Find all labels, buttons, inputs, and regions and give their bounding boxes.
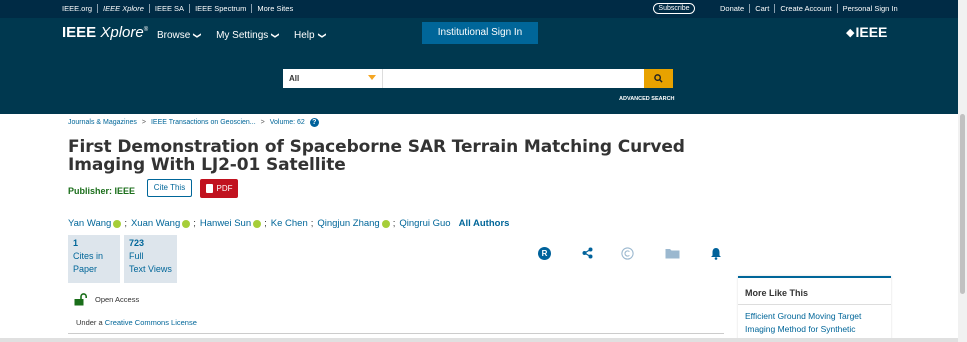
open-lock-icon (74, 293, 87, 306)
nav-my-settings[interactable]: My Settings ❮ (216, 30, 280, 41)
orcid-icon[interactable] (113, 219, 122, 228)
search-icon (654, 74, 663, 83)
publisher-label: Publisher: IEEE (68, 186, 136, 196)
author-link[interactable]: Xuan Wang (131, 218, 180, 229)
author-separator: ; (310, 218, 314, 229)
section-divider (68, 333, 724, 334)
ieee-sites-links: IEEE.org IEEE Xplore IEEE SA IEEE Spectr… (62, 4, 298, 13)
ieee-diamond-icon: ◆ (846, 26, 855, 39)
metric-views[interactable]: 723 Full Text Views (124, 235, 177, 283)
search-scope-select[interactable]: All (283, 69, 383, 88)
author-separator: ; (264, 218, 267, 229)
chevron-down-icon: ❮ (270, 32, 280, 39)
author-link[interactable]: Yan Wang (68, 218, 111, 229)
author-separator: ; (124, 218, 127, 229)
help-icon[interactable]: ? (309, 118, 319, 127)
author-link[interactable]: Hanwei Sun (200, 218, 251, 229)
more-like-this-heading: More Like This (738, 278, 891, 305)
open-access-label: Open Access (95, 295, 140, 304)
rights-permissions-icon[interactable]: R (538, 247, 551, 260)
license-text: Under a Creative Commons License (76, 318, 197, 327)
license-prefix: Under a (76, 318, 105, 327)
pdf-button[interactable]: PDF (200, 179, 238, 198)
link-ieee-xplore[interactable]: IEEE Xplore (98, 4, 150, 13)
chevron-down-icon: ❮ (192, 32, 202, 39)
folder-icon[interactable] (665, 247, 680, 259)
copyright-icon[interactable] (621, 247, 634, 260)
link-personal-sign-in[interactable]: Personal Sign In (838, 4, 903, 13)
link-ieee-sa[interactable]: IEEE SA (150, 4, 191, 13)
author-link[interactable]: Qingrui Guo (399, 218, 450, 229)
author-link[interactable]: Qingjun Zhang (317, 218, 379, 229)
orcid-icon[interactable] (381, 219, 390, 228)
views-count: 723 (129, 238, 145, 248)
site-header: IEEE Xplore® Browse ❮ My Settings ❮ Help… (0, 18, 967, 114)
more-like-this-panel: More Like This Efficient Ground Moving T… (738, 276, 891, 342)
nav-my-settings-label: My Settings (216, 30, 269, 41)
link-more-sites[interactable]: More Sites (252, 4, 298, 13)
share-icon[interactable] (582, 247, 593, 259)
search-button[interactable] (644, 69, 673, 88)
scrollbar-thumb[interactable] (960, 114, 965, 294)
all-authors-link[interactable]: All Authors (459, 218, 510, 229)
registered-mark: ® (143, 27, 149, 33)
orcid-icon[interactable] (253, 219, 262, 228)
orcid-icon[interactable] (182, 219, 191, 228)
chevron-down-icon: ❮ (316, 32, 326, 39)
breadcrumb-volume[interactable]: Volume: 62 (270, 119, 305, 126)
pdf-button-label: PDF (216, 184, 233, 193)
link-ieee-spectrum[interactable]: IEEE Spectrum (190, 4, 253, 13)
views-label-line2: Text Views (129, 264, 172, 274)
dropdown-arrow-icon (368, 75, 376, 80)
link-cart[interactable]: Cart (750, 4, 776, 13)
metric-citations[interactable]: 1 Cites in Paper (68, 235, 120, 283)
link-donate[interactable]: Donate (720, 4, 751, 13)
creative-commons-license-link[interactable]: Creative Commons License (105, 318, 197, 327)
search-input[interactable] (383, 69, 644, 88)
subscribe-button[interactable]: Subscribe (653, 3, 695, 14)
bottom-edge (0, 338, 958, 342)
breadcrumb-separator: > (141, 119, 146, 126)
top-utility-bar: IEEE.org IEEE Xplore IEEE SA IEEE Spectr… (0, 0, 967, 18)
main-nav: Browse ❮ My Settings ❮ Help ❮ (157, 30, 340, 41)
bell-icon[interactable] (710, 247, 722, 260)
logo-text: IEEE (62, 24, 97, 41)
logo-italic-text: Xplore (100, 24, 144, 41)
page-title: First Demonstration of Spaceborne SAR Te… (68, 137, 685, 175)
pdf-file-icon (205, 184, 213, 193)
author-link[interactable]: Ke Chen (271, 218, 308, 229)
nav-browse-label: Browse (157, 30, 191, 41)
search-scope-value: All (289, 74, 300, 83)
author-separator: ; (193, 218, 196, 229)
breadcrumb-separator: > (260, 119, 265, 126)
citations-label-line1: Cites in (73, 251, 104, 261)
ieee-logo[interactable]: ◆ IEEE (846, 24, 887, 40)
advanced-search-link[interactable]: ADVANCED SEARCH (619, 96, 675, 102)
breadcrumb-journals[interactable]: Journals & Magazines (68, 119, 137, 126)
institutional-sign-in-button[interactable]: Institutional Sign In (422, 22, 538, 44)
citations-count: 1 (73, 238, 79, 248)
nav-help[interactable]: Help ❮ (294, 30, 326, 41)
author-separator: ; (392, 218, 396, 229)
nav-browse[interactable]: Browse ❮ (157, 30, 202, 41)
ieee-xplore-logo[interactable]: IEEE Xplore® (62, 24, 148, 41)
breadcrumb: Journals & Magazines > IEEE Transactions… (68, 118, 319, 127)
ieee-logo-text: IEEE (855, 24, 888, 40)
cite-this-button[interactable]: Cite This (147, 179, 192, 197)
account-links: Donate Cart Create Account Personal Sign… (720, 4, 903, 13)
nav-help-label: Help (294, 30, 315, 41)
citations-label-line2: Paper (73, 264, 98, 274)
link-create-account[interactable]: Create Account (775, 4, 838, 13)
open-access-badge: Open Access (74, 293, 139, 306)
author-list: Yan Wang ; Xuan Wang ; Hanwei Sun ; Ke C… (68, 218, 509, 229)
link-ieee-org[interactable]: IEEE.org (62, 4, 99, 13)
related-article-link[interactable]: Efficient Ground Moving Target Imaging M… (738, 305, 891, 341)
views-label-line1: Full (129, 251, 144, 261)
breadcrumb-publication[interactable]: IEEE Transactions on Geoscien... (151, 119, 256, 126)
